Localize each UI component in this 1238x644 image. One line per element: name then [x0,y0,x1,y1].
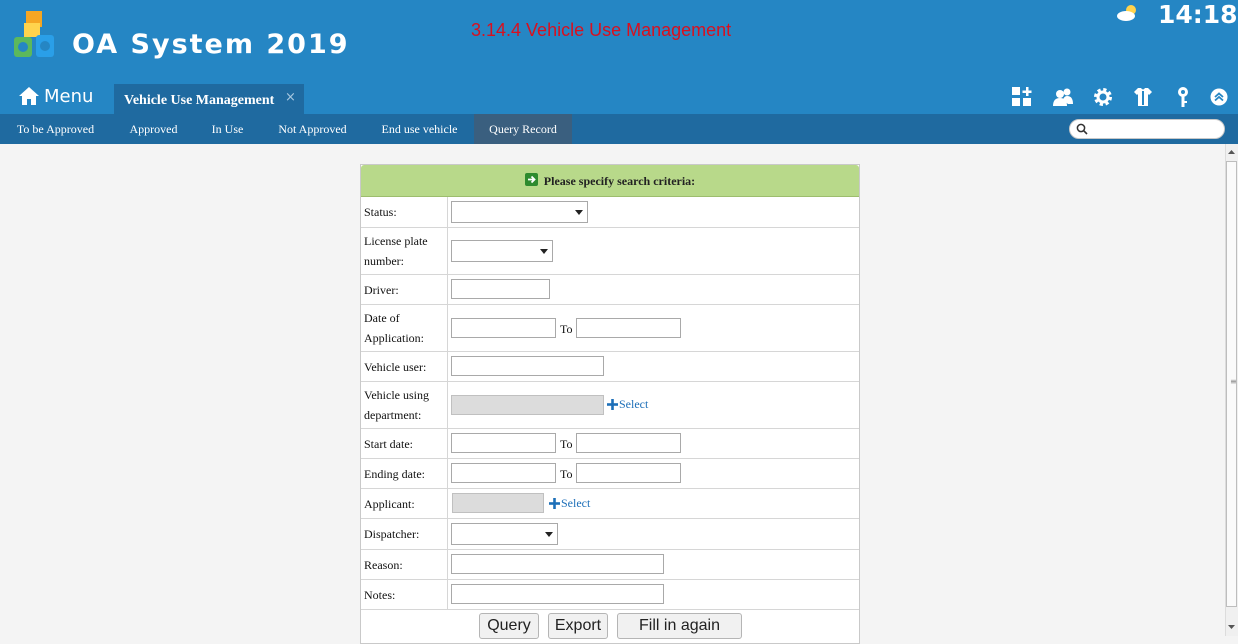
key-icon[interactable] [1172,86,1194,108]
app-title: OA System 2019 [72,29,350,60]
start-date-from[interactable] [451,433,556,453]
nav-bar: Menu Vehicle Use Management × [0,82,1238,114]
dispatcher-label: Dispatcher: [361,519,448,549]
home-icon [19,87,39,105]
sub-tab-bar: To be Approved Approved In Use Not Appro… [0,114,1238,144]
subtab-query-record[interactable]: Query Record [474,114,572,144]
app-header: OA System 2019 3.14.4 Vehicle Use Manage… [0,0,1238,82]
panel-heading: Please specify search criteria: [543,174,696,188]
search-criteria-panel: Please specify search criteria: Status: … [360,164,860,644]
vehicle-user-label: Vehicle user: [361,352,448,381]
row-dispatcher: Dispatcher: [361,519,859,550]
row-date-of-application: Date of Application: To [361,305,859,352]
chevron-down-icon [545,532,553,537]
to-label: To [560,437,573,451]
vehicle-user-field[interactable] [451,356,604,376]
subtab-approved[interactable]: Approved [111,114,196,144]
to-label: To [560,467,573,481]
department-label: Vehicle using department: [361,382,448,428]
subtab-end-use-vehicle[interactable]: End use vehicle [366,114,473,144]
users-icon[interactable] [1052,86,1074,108]
dispatcher-select[interactable] [451,523,558,545]
to-label: To [560,322,573,336]
collapse-icon[interactable] [1210,88,1228,106]
ending-date-label: Ending date: [361,459,448,488]
plus-icon [549,498,560,509]
chevron-down-icon [575,210,583,215]
select-label: Select [619,397,649,411]
license-plate-label: License plate number: [361,228,448,274]
scroll-up-icon[interactable] [1225,144,1238,160]
search-icon [1076,123,1088,135]
scrollbar-thumb[interactable]: ≡ [1226,161,1237,607]
select-label: Select [561,496,591,510]
status-label: Status: [361,197,448,227]
menu-button[interactable]: Menu [18,82,93,110]
department-field [451,395,604,415]
plus-icon [607,399,618,410]
subtab-to-be-approved[interactable]: To be Approved [0,114,111,144]
panel-header: Please specify search criteria: [361,165,859,197]
row-notes: Notes: [361,580,859,610]
department-select-link[interactable]: Select [607,397,648,412]
subtab-not-approved[interactable]: Not Approved [259,114,366,144]
applicant-field [452,493,544,513]
row-applicant: Applicant: Select [361,489,859,519]
row-driver: Driver: [361,275,859,305]
row-ending-date: Ending date: To [361,459,859,489]
app-logo-icon [14,11,54,57]
tab-vehicle-use-management[interactable]: Vehicle Use Management × [114,84,304,114]
start-date-label: Start date: [361,429,448,458]
notes-label: Notes: [361,580,448,609]
partly-cloudy-icon [1117,5,1136,21]
row-license-plate: License plate number: [361,228,859,275]
applicant-label: Applicant: [361,489,448,518]
row-reason: Reason: [361,550,859,580]
export-button[interactable]: Export [548,613,608,639]
date-of-application-to[interactable] [576,318,681,338]
reason-field[interactable] [451,554,664,574]
subtab-in-use[interactable]: In Use [196,114,259,144]
reason-label: Reason: [361,550,448,579]
driver-label: Driver: [361,275,448,304]
search-input[interactable] [1069,119,1225,139]
fill-in-again-button[interactable]: Fill in again [617,613,742,639]
date-of-application-label: Date of Application: [361,305,448,351]
row-start-date: Start date: To [361,429,859,459]
row-department: Vehicle using department: Select [361,382,859,429]
menu-label: Menu [44,85,94,107]
scroll-down-icon[interactable] [1225,618,1238,636]
notes-field[interactable] [451,584,664,604]
gear-icon[interactable] [1092,86,1114,108]
applicant-select-link[interactable]: Select [549,496,590,511]
module-title: 3.14.4 Vehicle Use Management [471,20,732,40]
status-select[interactable] [451,201,588,223]
tab-label: Vehicle Use Management [124,93,275,108]
ending-date-to[interactable] [576,463,681,483]
driver-field[interactable] [451,279,550,299]
start-date-to[interactable] [576,433,681,453]
arrow-right-icon [524,173,538,186]
row-vehicle-user: Vehicle user: [361,352,859,382]
clock: 14:18 [1158,0,1238,29]
row-status: Status: [361,197,859,228]
close-icon[interactable]: × [285,90,296,105]
ending-date-from[interactable] [451,463,556,483]
shirt-icon[interactable] [1132,86,1154,108]
query-button[interactable]: Query [479,613,539,639]
chevron-down-icon [540,249,548,254]
date-of-application-from[interactable] [451,318,556,338]
add-widget-icon[interactable] [1011,86,1033,108]
license-plate-select[interactable] [451,240,553,262]
